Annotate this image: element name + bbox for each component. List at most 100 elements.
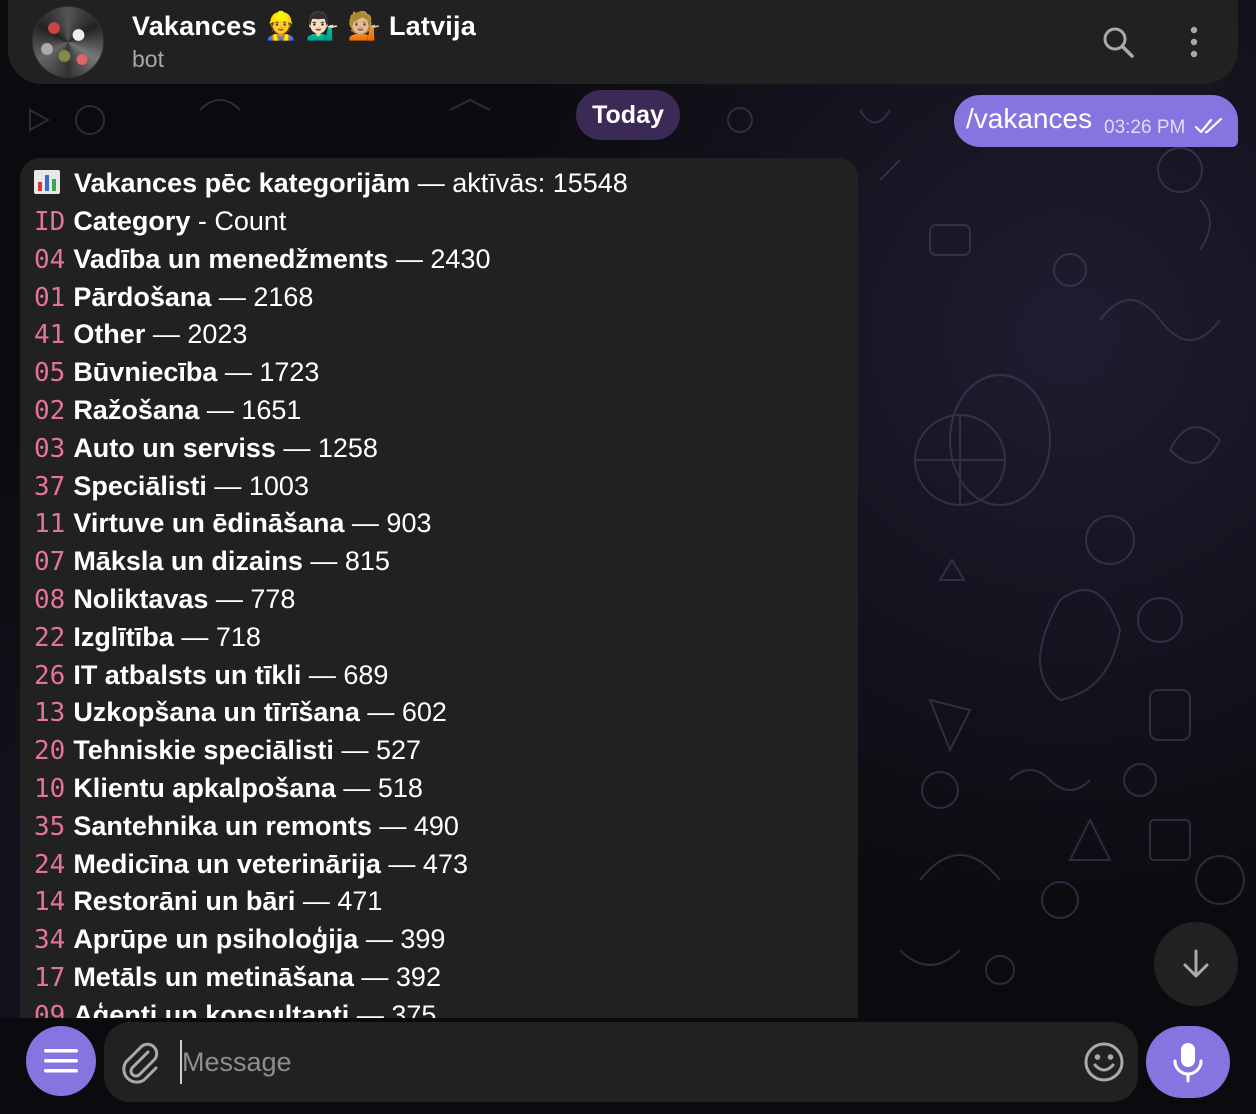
- message-title-rest: — aktīvās: 15548: [410, 168, 628, 198]
- bot-menu-button[interactable]: [26, 1026, 96, 1096]
- list-item: 10 Klientu apkalpošana — 518: [34, 770, 490, 808]
- category-count: — 1651: [199, 394, 302, 425]
- incoming-message[interactable]: Vakances pēc kategorijām — aktīvās: 1554…: [20, 158, 858, 1020]
- category-count: — 778: [208, 583, 296, 614]
- outgoing-message-text: /vakances: [966, 103, 1093, 134]
- category-id: 41: [34, 320, 66, 351]
- message-title: Vakances pēc kategorijām — aktīvās: 1554…: [34, 168, 628, 199]
- list-item: 41 Other — 2023: [34, 316, 490, 354]
- list-item: 02 Ražošana — 1651: [34, 392, 490, 430]
- category-count: — 2430: [388, 243, 491, 274]
- category-name: Medicīna un veterinārija: [73, 848, 381, 879]
- category-id: 02: [34, 395, 66, 426]
- category-count: — 490: [371, 810, 459, 841]
- category-name: Santehnika un remonts: [73, 810, 372, 841]
- category-name: Ražošana: [73, 394, 200, 425]
- list-item: 34 Aprūpe un psiholoģija — 399: [34, 921, 490, 959]
- chat-subtitle: bot: [132, 46, 164, 72]
- search-button[interactable]: [1096, 20, 1140, 64]
- chat-title: Vakances 👷 💁🏻‍♂️ 💁🏼 Latvija: [132, 11, 476, 41]
- category-id: 05: [34, 358, 66, 389]
- category-id: 20: [34, 736, 66, 767]
- paperclip-icon[interactable]: [118, 1040, 160, 1084]
- category-count: — 2023: [145, 319, 248, 350]
- scroll-down-button[interactable]: [1154, 922, 1238, 1006]
- category-id: 11: [34, 509, 66, 540]
- category-id: 22: [34, 622, 66, 653]
- chat-header[interactable]: Vakances 👷 💁🏻‍♂️ 💁🏼 Latvija bot: [8, 0, 1238, 84]
- category-id: 04: [34, 244, 66, 275]
- category-name: Auto un serviss: [73, 432, 276, 463]
- emoji-icon[interactable]: [1082, 1040, 1126, 1084]
- category-count: — 399: [358, 924, 446, 955]
- category-id: 03: [34, 433, 66, 464]
- category-count: — 689: [301, 659, 389, 690]
- category-id: 17: [34, 962, 66, 993]
- category-count: — 518: [335, 772, 423, 803]
- list-item: 35 Santehnika un remonts — 490: [34, 808, 490, 846]
- list-item: 03 Auto un serviss — 1258: [34, 430, 490, 468]
- category-list: ID Category - Count 04 Vadība un menedžmen…: [34, 203, 490, 1020]
- category-name: Pārdošana: [73, 281, 212, 312]
- message-input[interactable]: [180, 1040, 1040, 1084]
- list-header-row: ID Category - Count: [34, 203, 490, 241]
- search-icon: [1103, 27, 1134, 58]
- list-item: 17 Metāls un metināšana — 392: [34, 959, 490, 997]
- category-name: Māksla un dizains: [73, 546, 303, 577]
- category-name: Other: [73, 319, 146, 350]
- list-item: 04 Vadība un menedžments — 2430: [34, 241, 490, 279]
- message-title-bold: Vakances pēc kategorijām: [74, 168, 411, 198]
- category-name: Virtuve un ēdināšana: [73, 508, 345, 539]
- category-name: Uzkopšana un tīrīšana: [73, 697, 360, 728]
- category-count: — 1003: [206, 470, 309, 501]
- microphone-icon: [1173, 1043, 1203, 1083]
- category-count: — 2168: [211, 281, 314, 312]
- category-count: — 815: [302, 546, 390, 577]
- outgoing-message[interactable]: /vakances 03:26 PM: [954, 95, 1238, 147]
- category-name: Restorāni un bāri: [73, 886, 296, 917]
- category-id: 34: [34, 925, 66, 956]
- date-separator: Today: [576, 90, 680, 140]
- category-name: Izglītība: [73, 621, 174, 652]
- list-item: 20 Tehniskie speciālisti — 527: [34, 732, 490, 770]
- category-count: — 1258: [275, 432, 378, 463]
- more-button[interactable]: [1172, 20, 1216, 64]
- category-count: — 718: [173, 621, 261, 652]
- message-time: 03:26 PM: [1104, 117, 1186, 138]
- list-item: 37 Speciālisti — 1003: [34, 468, 490, 506]
- category-id: 14: [34, 887, 66, 918]
- bar-chart-icon: [34, 170, 60, 194]
- list-item: 13 Uzkopšana un tīrīšana — 602: [34, 694, 490, 732]
- category-name: Būvniecība: [73, 357, 218, 388]
- category-id: 24: [34, 849, 66, 880]
- category-name: Metāls un metināšana: [73, 961, 354, 992]
- category-name: Tehniskie speciālisti: [73, 735, 334, 766]
- menu-icon: [44, 1049, 78, 1073]
- category-id: 08: [34, 584, 66, 615]
- list-item: 11 Virtuve un ēdināšana — 903: [34, 505, 490, 543]
- category-count: — 903: [344, 508, 432, 539]
- avatar[interactable]: [32, 6, 104, 78]
- category-name: Aprūpe un psiholoģija: [73, 924, 359, 955]
- category-count: — 1723: [217, 357, 320, 388]
- category-id: 37: [34, 471, 66, 502]
- category-header: Category: [73, 206, 191, 236]
- category-id: 07: [34, 547, 66, 578]
- message-composer[interactable]: [104, 1022, 1138, 1102]
- list-item: 14 Restorāni un bāri — 471: [34, 883, 490, 921]
- double-check-icon: [1194, 117, 1223, 134]
- category-count: — 473: [380, 848, 468, 879]
- category-name: Speciālisti: [73, 470, 207, 501]
- category-count: — 392: [353, 961, 441, 992]
- category-name: Noliktavas: [73, 583, 209, 614]
- count-header: - Count: [190, 206, 287, 236]
- list-item: 09 Aģenti un konsultanti — 375: [34, 997, 490, 1020]
- category-name: IT atbalsts un tīkli: [73, 659, 302, 690]
- list-item: 01 Pārdošana — 2168: [34, 279, 490, 317]
- category-id: 35: [34, 811, 66, 842]
- category-name: Aģenti un konsultanti: [73, 999, 350, 1020]
- list-item: 05 Būvniecība — 1723: [34, 354, 490, 392]
- voice-record-button[interactable]: [1146, 1026, 1230, 1098]
- arrow-down-icon: [1183, 949, 1209, 978]
- list-item: 24 Medicīna un veterinārija — 473: [34, 846, 490, 884]
